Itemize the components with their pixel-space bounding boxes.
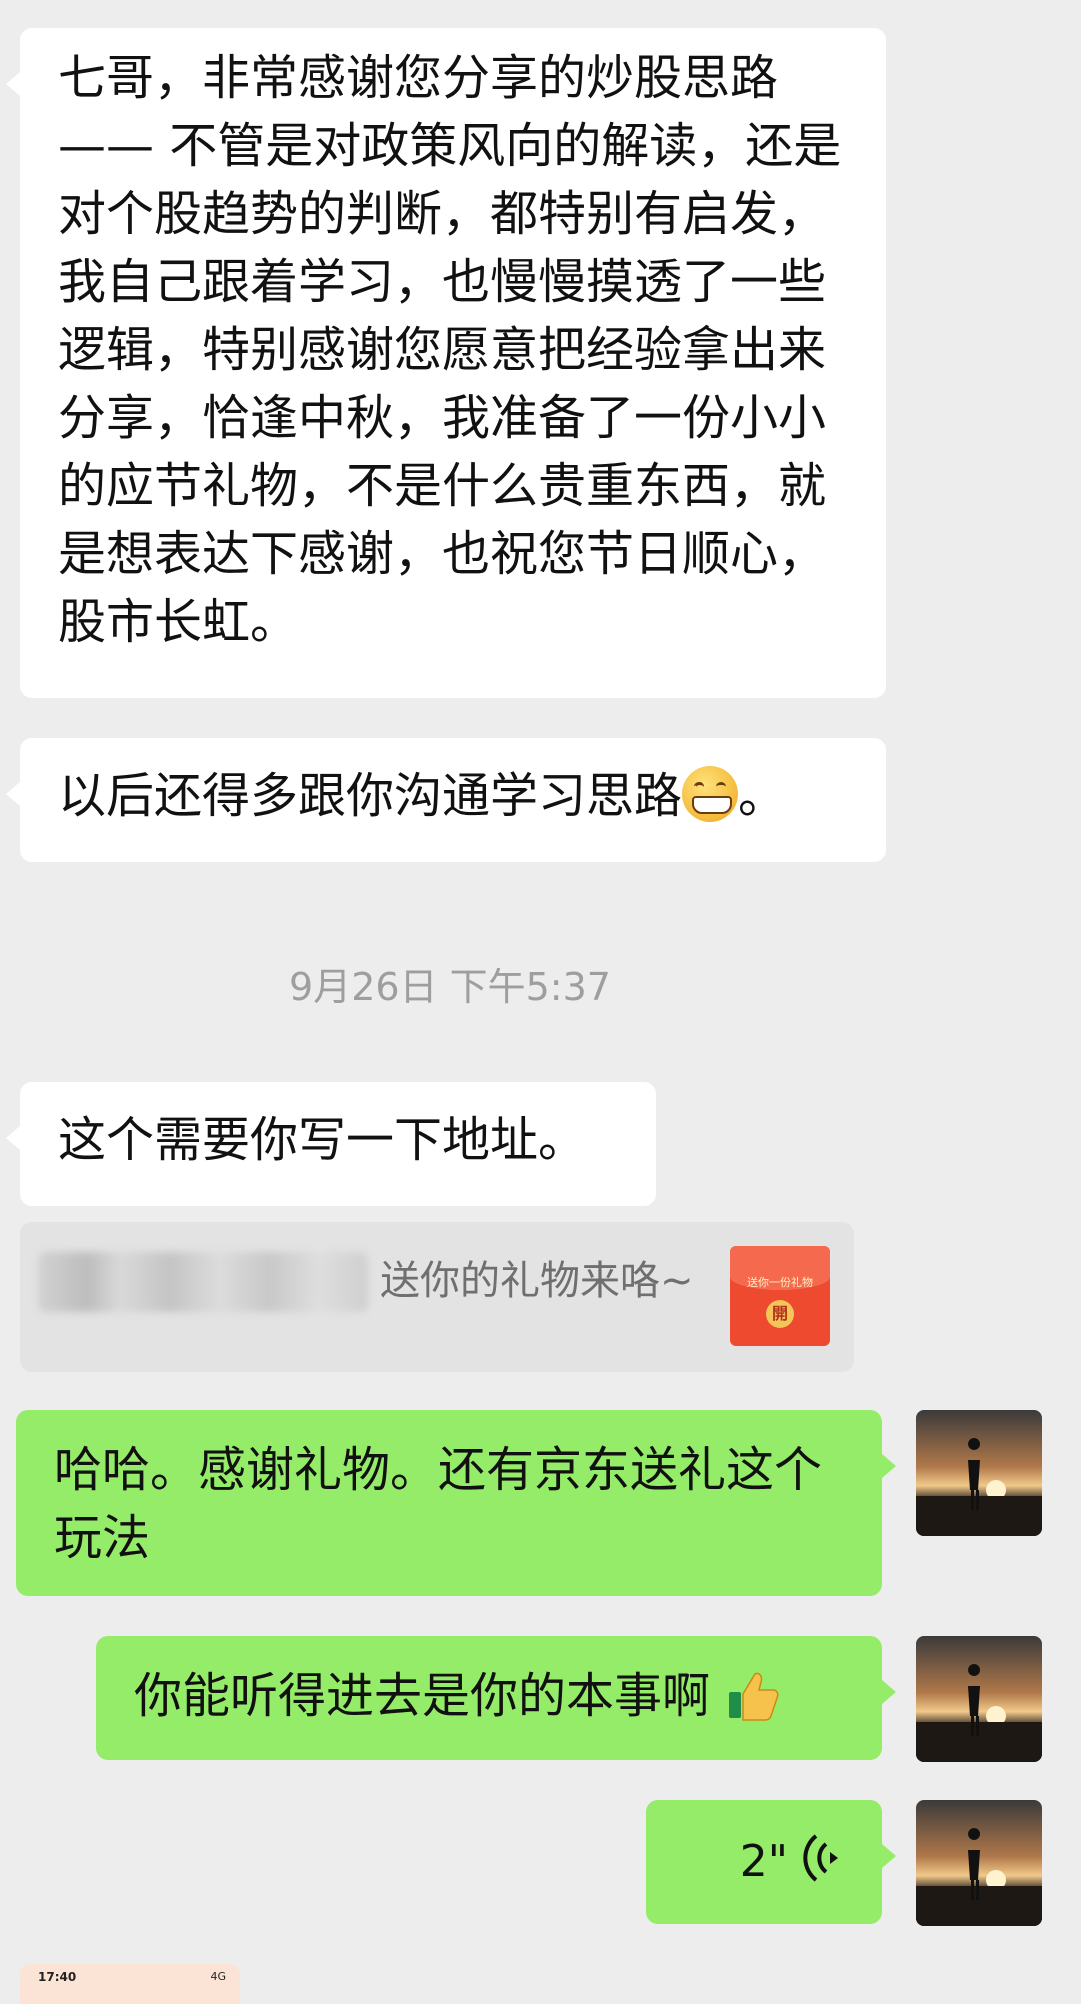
avatar[interactable] <box>916 1636 1042 1762</box>
grinning-face-icon <box>682 766 739 822</box>
incoming-message-2[interactable]: 以后还得多跟你沟通学习思路。 <box>6 738 886 862</box>
outgoing-message-1[interactable]: 哈哈。感谢礼物。还有京东送礼这个玩法 <box>16 1410 896 1596</box>
gift-card-text: 送你的礼物来咯~ <box>380 1258 694 1304</box>
message-text: 这个需要你写一下地址。 <box>58 1112 587 1168</box>
gift-card-message[interactable]: 送你的礼物来咯~ 送你一份礼物 開 <box>20 1222 854 1372</box>
message-text: 七哥，非常感谢您分享的炒股思路 —— 不管是对政策风向的解读，还是对个股趋势的判… <box>58 50 842 650</box>
preview-time: 17:40 <box>38 1970 77 1984</box>
incoming-message-1[interactable]: 七哥，非常感谢您分享的炒股思路 —— 不管是对政策风向的解读，还是对个股趋势的判… <box>6 28 886 698</box>
envelope-seal: 開 <box>766 1300 794 1328</box>
outgoing-message-2[interactable]: 你能听得进去是你的本事啊 <box>96 1636 896 1760</box>
thumbs-up-icon <box>729 1672 779 1721</box>
message-text: 你能听得进去是你的本事啊 <box>134 1668 711 1724</box>
image-preview-thumbnail[interactable]: 17:40 4G <box>20 1964 240 2004</box>
sunset-avatar-icon <box>916 1800 1042 1926</box>
blurred-sender-info <box>38 1252 368 1312</box>
gift-envelope-icon[interactable]: 送你一份礼物 開 <box>730 1246 830 1346</box>
message-punct: 。 <box>738 768 787 824</box>
envelope-label: 送你一份礼物 <box>747 1276 813 1289</box>
preview-signal: 4G <box>210 1970 226 1983</box>
message-text: 以后还得多跟你沟通学习思路 <box>58 768 683 824</box>
sunset-avatar-icon <box>916 1410 1042 1536</box>
sunset-avatar-icon <box>916 1636 1042 1762</box>
voice-wave-icon <box>803 1834 838 1882</box>
incoming-message-3[interactable]: 这个需要你写一下地址。 <box>6 1082 656 1206</box>
message-text: 哈哈。感谢礼物。还有京东送礼这个玩法 <box>54 1442 823 1566</box>
timestamp: 9月26日 下午5:37 <box>289 965 611 1009</box>
outgoing-voice-message[interactable]: 2" <box>646 1800 896 1924</box>
voice-duration: 2" <box>739 1836 788 1887</box>
chat-window: 七哥，非常感谢您分享的炒股思路 —— 不管是对政策风向的解读，还是对个股趋势的判… <box>0 0 1081 2004</box>
avatar[interactable] <box>916 1410 1042 1536</box>
avatar[interactable] <box>916 1800 1042 1926</box>
